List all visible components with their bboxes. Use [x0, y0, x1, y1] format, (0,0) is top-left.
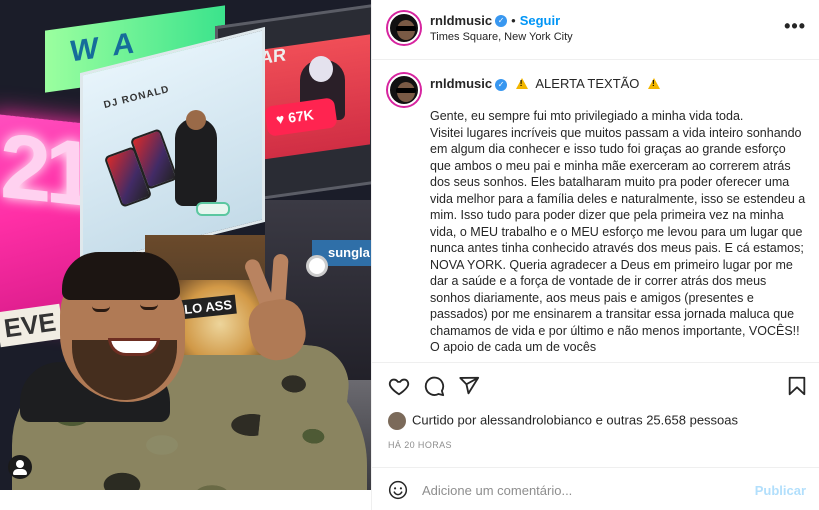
caption-text: Gente, eu sempre fui mto privilegiado a … [430, 109, 806, 354]
caption-title: ALERTA TEXTÃO [535, 76, 640, 91]
levels-sign: EVE [0, 303, 65, 348]
likes-prefix: Curtido por [412, 412, 477, 428]
avatar-glasses [396, 88, 416, 93]
separator-dot: • [511, 13, 516, 28]
user-tag-icon[interactable] [8, 455, 32, 479]
likes-suffix: e outras [595, 412, 643, 428]
comment-icon[interactable] [423, 375, 445, 397]
billboard-dj-figure [175, 118, 217, 206]
publish-button[interactable]: Publicar [755, 483, 806, 498]
warning-icon [515, 78, 528, 89]
post-timestamp[interactable]: HÁ 20 HORAS [388, 440, 452, 450]
billboard-dj-shoe [196, 202, 230, 216]
header-username[interactable]: rnldmusic [430, 13, 492, 28]
liker-avatar[interactable] [388, 412, 406, 430]
caption-username[interactable]: rnldmusic [430, 76, 492, 91]
post-header: rnldmusic ✓ • Seguir Times Square, New York… [372, 0, 819, 60]
paper-plane-icon[interactable] [458, 375, 480, 397]
verified-badge-icon: ✓ [495, 14, 508, 27]
hair [62, 252, 180, 300]
likes-summary: Curtido por alessandrolobianco e outras … [388, 412, 738, 430]
follow-button[interactable]: Seguir [520, 13, 560, 28]
action-bar [372, 362, 819, 408]
post-photo[interactable]: WA 21 SHAR ♥ 67K DJ RONALD sungla OLO AS… [0, 0, 371, 490]
billboard-woman-head [309, 56, 333, 82]
header-user-line: rnldmusic ✓ • Seguir [430, 12, 560, 30]
likes-unit[interactable]: pessoas [690, 412, 738, 427]
comment-input[interactable] [422, 479, 742, 501]
bookmark-icon[interactable] [786, 375, 808, 397]
sunglass-logo [306, 255, 328, 277]
location-link[interactable]: Times Square, New York City [430, 31, 573, 43]
emoji-icon[interactable] [388, 480, 408, 500]
photo-margin [0, 490, 371, 510]
comment-bar: Publicar [372, 467, 819, 510]
more-options-icon[interactable]: ••• [784, 16, 806, 37]
likes-count[interactable]: 25.658 [646, 412, 686, 427]
warning-icon [648, 78, 661, 89]
billboard-dj-head [186, 110, 206, 130]
liker-username[interactable]: alessandrolobianco [480, 412, 592, 427]
verified-badge-icon: ✓ [495, 78, 508, 91]
avatar[interactable] [388, 12, 420, 44]
heart-icon[interactable] [388, 375, 410, 397]
caption-avatar[interactable] [388, 74, 420, 106]
caption-header: rnldmusic✓ ALERTA TEXTÃO [430, 76, 661, 91]
caption-area: rnldmusic✓ ALERTA TEXTÃO Gente, eu sempr… [372, 60, 819, 360]
post-panel: rnldmusic ✓ • Seguir Times Square, New York… [371, 0, 819, 510]
avatar-glasses [396, 26, 416, 31]
